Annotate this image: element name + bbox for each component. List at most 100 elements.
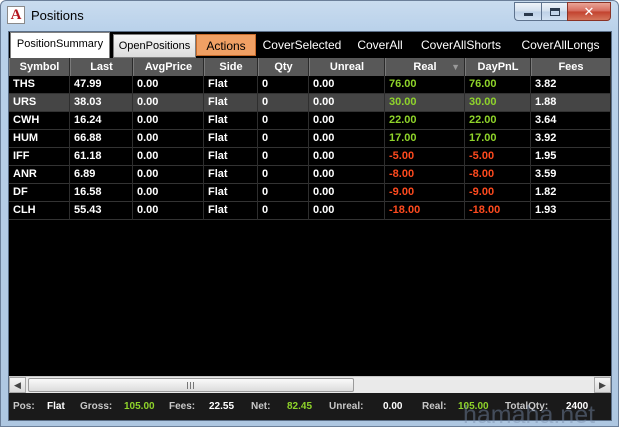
cell-last: 66.88 xyxy=(70,130,133,148)
status-pos-value: Flat xyxy=(47,401,65,412)
cell-symbol: DF xyxy=(9,184,70,202)
column-header-fees[interactable]: Fees xyxy=(531,58,611,76)
table-row[interactable]: DF 16.58 0.00 Flat 0 0.00 -9.00 -9.00 1.82 xyxy=(9,184,611,202)
cell-avgprice: 0.00 xyxy=(133,166,204,184)
status-totalqty-label: TotalQty: xyxy=(505,401,549,412)
cell-symbol: HUM xyxy=(9,130,70,148)
cell-last: 55.43 xyxy=(70,202,133,220)
cell-side: Flat xyxy=(204,130,258,148)
cell-avgprice: 0.00 xyxy=(133,184,204,202)
window-title: Positions xyxy=(31,8,84,23)
cell-unreal: 0.00 xyxy=(309,130,385,148)
maximize-icon xyxy=(549,7,560,16)
cell-qty: 0 xyxy=(258,202,309,220)
column-header-avgprice[interactable]: AvgPrice xyxy=(133,58,204,76)
cell-real: 30.00 xyxy=(385,94,465,112)
cell-unreal: 0.00 xyxy=(309,184,385,202)
cell-symbol: CLH xyxy=(9,202,70,220)
sort-descending-icon: ▼ xyxy=(451,62,460,72)
column-header-unreal[interactable]: Unreal xyxy=(309,58,385,76)
minimize-icon xyxy=(523,13,533,16)
column-header-symbol[interactable]: Symbol xyxy=(9,58,70,76)
cell-real: -9.00 xyxy=(385,184,465,202)
table-row[interactable]: CLH 55.43 0.00 Flat 0 0.00 -18.00 -18.00 1.93 xyxy=(9,202,611,220)
cell-daypnl: 30.00 xyxy=(465,94,531,112)
close-icon: ✕ xyxy=(583,4,595,19)
cell-daypnl: -9.00 xyxy=(465,184,531,202)
title-bar[interactable]: A Positions ✕ xyxy=(1,1,618,31)
cell-qty: 0 xyxy=(258,184,309,202)
maximize-button[interactable] xyxy=(541,2,567,21)
cell-last: 47.99 xyxy=(70,76,133,94)
cover-selected-button[interactable]: CoverSelected xyxy=(258,34,346,56)
table-row[interactable]: HUM 66.88 0.00 Flat 0 0.00 17.00 17.00 3.92 xyxy=(9,130,611,148)
column-header-side[interactable]: Side xyxy=(204,58,258,76)
cover-all-shorts-button[interactable]: CoverAllShorts xyxy=(414,34,508,56)
scroll-left-arrow-icon[interactable]: ◀ xyxy=(9,377,26,393)
table-row[interactable]: URS 38.03 0.00 Flat 0 0.00 30.00 30.00 1.88 xyxy=(9,94,611,112)
table-row[interactable]: IFF 61.18 0.00 Flat 0 0.00 -5.00 -5.00 1.95 xyxy=(9,148,611,166)
cell-symbol: ANR xyxy=(9,166,70,184)
cell-unreal: 0.00 xyxy=(309,76,385,94)
cell-avgprice: 0.00 xyxy=(133,112,204,130)
cell-daypnl: -5.00 xyxy=(465,148,531,166)
status-net-label: Net: xyxy=(251,401,271,412)
status-unreal-label: Unreal: xyxy=(329,401,364,412)
cell-fees: 1.95 xyxy=(531,148,611,166)
cover-all-button[interactable]: CoverAll xyxy=(349,34,411,56)
cell-fees: 3.92 xyxy=(531,130,611,148)
cell-daypnl: 22.00 xyxy=(465,112,531,130)
cell-real: 17.00 xyxy=(385,130,465,148)
close-button[interactable]: ✕ xyxy=(567,2,611,21)
cell-last: 16.58 xyxy=(70,184,133,202)
cell-qty: 0 xyxy=(258,76,309,94)
cell-symbol: IFF xyxy=(9,148,70,166)
cell-real: -18.00 xyxy=(385,202,465,220)
scrollbar-thumb[interactable] xyxy=(28,378,354,392)
cell-daypnl: 17.00 xyxy=(465,130,531,148)
table-row[interactable]: CWH 16.24 0.00 Flat 0 0.00 22.00 22.00 3.64 xyxy=(9,112,611,130)
table-row[interactable]: ANR 6.89 0.00 Flat 0 0.00 -8.00 -8.00 3.59 xyxy=(9,166,611,184)
cell-last: 61.18 xyxy=(70,148,133,166)
cell-symbol: URS xyxy=(9,94,70,112)
minimize-button[interactable] xyxy=(514,2,541,21)
cell-fees: 1.88 xyxy=(531,94,611,112)
column-header-real[interactable]: Real ▼ xyxy=(385,58,465,76)
cover-all-longs-button[interactable]: CoverAllLongs xyxy=(512,34,609,56)
table-row[interactable]: THS 47.99 0.00 Flat 0 0.00 76.00 76.00 3.82 xyxy=(9,76,611,94)
cell-fees: 1.93 xyxy=(531,202,611,220)
cell-qty: 0 xyxy=(258,94,309,112)
status-real-label: Real: xyxy=(422,401,447,412)
tab-bar: PositionSummary OpenPositions Actions Co… xyxy=(9,32,611,58)
cell-side: Flat xyxy=(204,94,258,112)
cell-unreal: 0.00 xyxy=(309,112,385,130)
cell-unreal: 0.00 xyxy=(309,148,385,166)
tab-position-summary[interactable]: PositionSummary xyxy=(10,32,110,58)
cell-symbol: CWH xyxy=(9,112,70,130)
cell-side: Flat xyxy=(204,76,258,94)
column-header-qty[interactable]: Qty xyxy=(258,58,309,76)
scroll-right-arrow-icon[interactable]: ▶ xyxy=(594,377,611,393)
cell-side: Flat xyxy=(204,184,258,202)
tab-open-positions[interactable]: OpenPositions xyxy=(113,34,196,58)
column-header-last[interactable]: Last xyxy=(70,58,133,76)
horizontal-scrollbar[interactable]: ◀ ▶ xyxy=(9,376,611,393)
client-area: PositionSummary OpenPositions Actions Co… xyxy=(8,31,612,421)
actions-button[interactable]: Actions xyxy=(196,34,256,56)
cell-real: 76.00 xyxy=(385,76,465,94)
status-pos-label: Pos: xyxy=(13,401,35,412)
cell-real: 22.00 xyxy=(385,112,465,130)
cell-last: 16.24 xyxy=(70,112,133,130)
cell-avgprice: 0.00 xyxy=(133,202,204,220)
cell-fees: 3.82 xyxy=(531,76,611,94)
cell-symbol: THS xyxy=(9,76,70,94)
column-header-daypnl[interactable]: DayPnL xyxy=(465,58,531,76)
cell-real: -8.00 xyxy=(385,166,465,184)
status-totalqty-value: 2400 xyxy=(566,401,589,412)
cell-avgprice: 0.00 xyxy=(133,148,204,166)
cell-side: Flat xyxy=(204,166,258,184)
cell-unreal: 0.00 xyxy=(309,166,385,184)
status-gross-label: Gross: xyxy=(80,401,113,412)
positions-grid[interactable]: Symbol Last AvgPrice Side Qty Unreal Rea… xyxy=(9,58,611,376)
app-logo-icon: A xyxy=(7,6,25,24)
